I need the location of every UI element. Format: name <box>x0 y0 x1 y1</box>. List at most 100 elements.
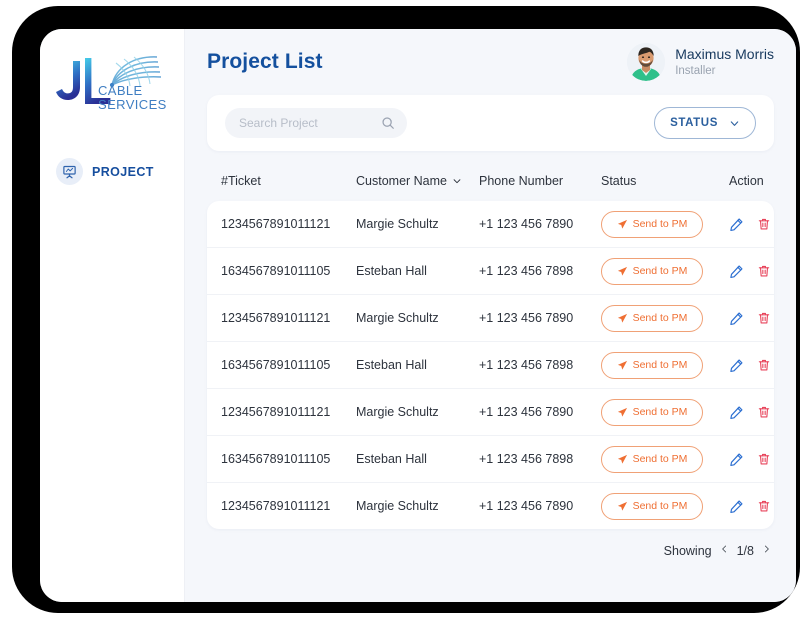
sidebar: CABLE SERVICES PROJECT <box>40 29 185 602</box>
cell-status: Send to PM <box>601 257 729 285</box>
search-icon[interactable] <box>381 116 395 130</box>
cell-customer-name: Esteban Hall <box>356 452 427 466</box>
search-input[interactable] <box>237 115 381 131</box>
app-screen: CABLE SERVICES PROJECT Project List Maxi… <box>40 29 796 602</box>
send-plane-icon <box>617 266 628 277</box>
pagination-showing-label: Showing <box>663 543 712 558</box>
send-to-pm-button[interactable]: Send to PM <box>601 304 703 332</box>
cell-phone: +1 123 456 7898 <box>479 358 574 372</box>
edit-icon[interactable] <box>729 499 744 514</box>
chevron-left-icon[interactable] <box>719 543 730 558</box>
cell-phone: +1 123 456 7898 <box>479 264 574 278</box>
send-to-pm-button[interactable]: Send to PM <box>601 445 703 473</box>
table-row: 1634567891011105 Esteban Hall +1 123 456 7… <box>207 436 774 483</box>
cell-action <box>729 358 774 373</box>
user-profile[interactable]: Maximus Morris Installer <box>627 43 774 81</box>
chevron-down-icon[interactable] <box>452 176 462 186</box>
send-to-pm-button[interactable]: Send to PM <box>601 210 703 238</box>
send-to-pm-label: Send to PM <box>632 265 688 277</box>
send-to-pm-button[interactable]: Send to PM <box>601 492 703 520</box>
send-plane-icon <box>617 219 628 230</box>
cell-action <box>729 452 774 467</box>
column-header-customer-name[interactable]: Customer Name <box>356 174 479 188</box>
table-row: 1234567891011121 Margie Schultz +1 123 456… <box>207 483 774 529</box>
send-plane-icon <box>617 407 628 418</box>
cell-customer-name: Esteban Hall <box>356 358 427 372</box>
column-header-phone: Phone Number <box>479 174 601 188</box>
send-to-pm-label: Send to PM <box>632 359 688 371</box>
cell-phone: +1 123 456 7898 <box>479 452 574 466</box>
send-to-pm-button[interactable]: Send to PM <box>601 257 703 285</box>
cell-ticket: 1634567891011105 <box>221 452 331 466</box>
pagination: Showing 1/8 <box>207 543 774 558</box>
pagination-index: 1/8 <box>736 543 754 558</box>
cell-ticket: 1634567891011105 <box>221 264 331 278</box>
cell-ticket: 1234567891011121 <box>221 217 331 231</box>
delete-icon[interactable] <box>757 358 771 372</box>
send-plane-icon <box>617 501 628 512</box>
column-header-status-label: Status <box>601 174 637 188</box>
cell-ticket: 1234567891011121 <box>221 405 331 419</box>
delete-icon[interactable] <box>757 311 771 325</box>
send-to-pm-label: Send to PM <box>632 500 688 512</box>
cell-action <box>729 264 774 279</box>
edit-icon[interactable] <box>729 217 744 232</box>
user-role: Installer <box>675 64 716 77</box>
project-table: #Ticket Customer Name Phone Number Statu… <box>207 165 774 529</box>
table-row: 1234567891011121 Margie Schultz +1 123 456… <box>207 389 774 436</box>
page-title: Project List <box>207 50 323 73</box>
column-header-action: Action <box>729 174 796 188</box>
sidebar-nav: PROJECT <box>40 151 184 192</box>
table-body: 1234567891011121 Margie Schultz +1 123 456… <box>207 201 774 529</box>
avatar <box>627 43 666 81</box>
cell-ticket: 1234567891011121 <box>221 311 331 325</box>
column-header-customer-name-label: Customer Name <box>356 174 447 188</box>
delete-icon[interactable] <box>757 499 771 513</box>
edit-icon[interactable] <box>729 264 744 279</box>
topbar: Project List Maximus Morris Installer <box>207 29 774 95</box>
edit-icon[interactable] <box>729 452 744 467</box>
chevron-right-icon[interactable] <box>761 543 772 558</box>
send-to-pm-button[interactable]: Send to PM <box>601 398 703 426</box>
delete-icon[interactable] <box>757 217 771 231</box>
cell-customer-name: Margie Schultz <box>356 311 439 325</box>
table-row: 1234567891011121 Margie Schultz +1 123 456… <box>207 295 774 342</box>
cell-phone: +1 123 456 7890 <box>479 405 574 419</box>
cell-action <box>729 499 774 514</box>
sidebar-item-project[interactable]: PROJECT <box>40 151 184 192</box>
delete-icon[interactable] <box>757 264 771 278</box>
cell-phone: +1 123 456 7890 <box>479 311 574 325</box>
cell-status: Send to PM <box>601 398 729 426</box>
cell-ticket: 1634567891011105 <box>221 358 331 372</box>
delete-icon[interactable] <box>757 452 771 466</box>
send-plane-icon <box>617 313 628 324</box>
send-plane-icon <box>617 454 628 465</box>
table-header-row: #Ticket Customer Name Phone Number Statu… <box>207 165 774 197</box>
status-filter-button[interactable]: STATUS <box>654 107 756 139</box>
brand-line-1: CABLE <box>98 83 143 98</box>
send-to-pm-label: Send to PM <box>632 453 688 465</box>
status-filter-label: STATUS <box>670 117 718 129</box>
search-toolbar: STATUS <box>207 95 774 151</box>
send-to-pm-button[interactable]: Send to PM <box>601 351 703 379</box>
cell-ticket: 1234567891011121 <box>221 499 331 513</box>
main-content: Project List Maximus Morris Installer Se… <box>185 29 796 602</box>
column-header-ticket: #Ticket <box>221 174 356 188</box>
cell-customer-name: Esteban Hall <box>356 264 427 278</box>
sidebar-item-label: PROJECT <box>92 164 154 179</box>
cell-action <box>729 217 774 232</box>
brand-logo: CABLE SERVICES <box>54 53 170 115</box>
delete-icon[interactable] <box>757 405 771 419</box>
send-plane-icon <box>617 360 628 371</box>
chevron-down-icon <box>729 118 740 129</box>
column-header-phone-label: Phone Number <box>479 174 564 188</box>
column-header-status: Status <box>601 174 729 188</box>
edit-icon[interactable] <box>729 358 744 373</box>
search-box[interactable] <box>225 108 407 138</box>
cell-action <box>729 405 774 420</box>
send-to-pm-label: Send to PM <box>632 406 688 418</box>
project-board-icon <box>56 158 83 185</box>
edit-icon[interactable] <box>729 311 744 326</box>
edit-icon[interactable] <box>729 405 744 420</box>
cell-action <box>729 311 774 326</box>
